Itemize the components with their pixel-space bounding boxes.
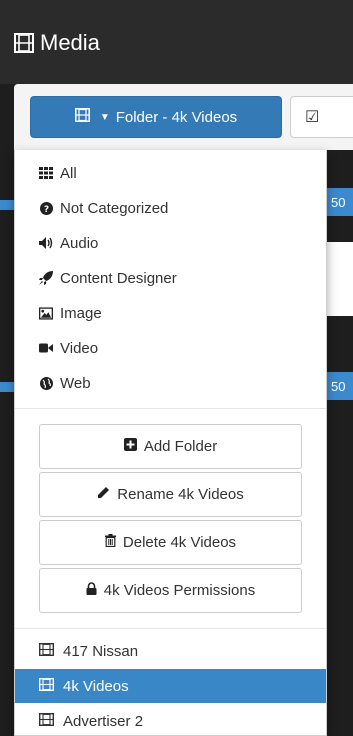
menu-item-audio[interactable]: Audio (15, 226, 326, 260)
menu-item-label: Video (60, 339, 99, 357)
folder-item-label: 417 Nissan (63, 642, 139, 660)
add-folder-button[interactable]: Add Folder (39, 424, 302, 469)
grid-icon (39, 167, 53, 179)
menu-item-web[interactable]: Web (15, 366, 326, 400)
menu-item-video[interactable]: Video (15, 331, 326, 365)
menu-item-content-designer[interactable]: Content Designer (15, 261, 326, 295)
menu-item-image[interactable]: Image (15, 296, 326, 330)
page-header: Media (0, 0, 353, 84)
count-badge-text: 50 (331, 378, 346, 394)
checkbox-icon: ☑ (305, 109, 320, 126)
film-icon (14, 33, 34, 53)
row-marker (0, 382, 14, 392)
folder-item-label: Advertiser 2 (63, 712, 144, 730)
folder-dropdown-menu: All ? Not Categorized Audio Content Desi… (14, 150, 327, 736)
folder-item-advertiser-2[interactable]: Advertiser 2 (15, 704, 326, 735)
action-label: 4k Videos Permissions (103, 582, 256, 599)
caret-down-icon: ▼ (99, 111, 110, 123)
folder-item-4k-videos[interactable]: 4k Videos (15, 669, 326, 703)
film-icon (38, 712, 55, 730)
menu-item-all[interactable]: All (15, 156, 326, 190)
rename-folder-button[interactable]: Rename 4k Videos (39, 472, 302, 517)
folder-dropdown-button[interactable]: ▼ Folder - 4k Videos (30, 96, 282, 138)
folder-item-label: 4k Videos (63, 677, 129, 695)
page-title-text: Media (40, 30, 100, 55)
action-label: Rename 4k Videos (117, 486, 244, 503)
count-badge: 50 (327, 372, 353, 400)
menu-item-label: Audio (60, 234, 99, 252)
rocket-icon (39, 271, 53, 285)
trash-icon (104, 534, 116, 551)
globe-icon (39, 376, 53, 390)
plus-square-icon (123, 438, 137, 455)
lock-icon (86, 582, 97, 599)
film-icon (38, 677, 55, 695)
menu-item-label: Image (60, 304, 102, 322)
question-circle-icon: ? (39, 201, 53, 215)
row-marker (0, 200, 14, 210)
count-badge-text: 50 (331, 194, 346, 210)
menu-divider (15, 408, 326, 409)
pencil-icon (97, 486, 110, 503)
film-icon (74, 108, 90, 126)
folder-permissions-button[interactable]: 4k Videos Permissions (39, 568, 302, 613)
svg-text:?: ? (43, 205, 48, 215)
count-badge: 50 (327, 188, 353, 216)
menu-item-label: Not Categorized (60, 199, 169, 217)
toolbar: ▼ Folder - 4k Videos ☑ (14, 84, 353, 150)
page-title: Media (14, 28, 100, 58)
menu-item-label: Web (60, 374, 91, 392)
menu-item-label: All (60, 164, 77, 182)
folder-button-label: Folder - 4k Videos (115, 108, 238, 126)
menu-divider (15, 628, 326, 629)
menu-item-not-categorized[interactable]: ? Not Categorized (15, 191, 326, 225)
folder-item-417-nissan[interactable]: 417 Nissan (15, 634, 326, 668)
menu-item-label: Content Designer (60, 269, 177, 287)
volume-icon (39, 237, 53, 249)
video-camera-icon (39, 343, 53, 353)
picture-icon (39, 306, 53, 320)
select-toggle-button[interactable]: ☑ (290, 96, 353, 138)
background-panel (327, 242, 353, 316)
delete-folder-button[interactable]: Delete 4k Videos (39, 520, 302, 565)
action-label: Add Folder (143, 438, 218, 455)
action-label: Delete 4k Videos (122, 534, 237, 551)
film-icon (38, 642, 55, 660)
